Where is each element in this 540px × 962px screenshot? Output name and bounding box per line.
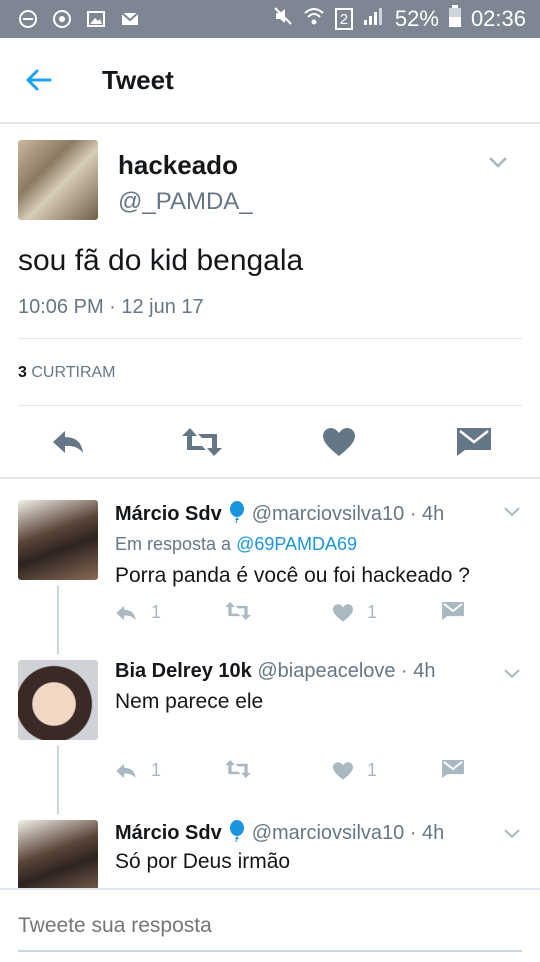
battery-icon bbox=[448, 5, 461, 33]
reply-count: 1 bbox=[151, 602, 162, 622]
sim-indicator: 2 bbox=[334, 8, 353, 30]
reply-header: Bia Delrey 10k @biapeacelove · 4h bbox=[115, 660, 436, 683]
wifi-icon bbox=[303, 6, 325, 32]
chevron-down-icon bbox=[504, 669, 520, 679]
reply-icon bbox=[116, 605, 136, 620]
divider bbox=[18, 338, 522, 339]
likes-label: CURTIRAM bbox=[31, 364, 116, 381]
gallery-icon bbox=[86, 9, 106, 29]
direct-message-button[interactable] bbox=[442, 602, 464, 620]
reply-actions: 1 1 bbox=[115, 760, 475, 790]
reply-text: Só por Deus irmão bbox=[115, 850, 291, 873]
retweet-button[interactable] bbox=[225, 602, 251, 620]
sync-icon bbox=[52, 9, 72, 29]
clock: 02:36 bbox=[470, 6, 526, 31]
tweet-menu-button[interactable] bbox=[486, 150, 510, 174]
author-name[interactable]: hackeado bbox=[118, 150, 238, 181]
reply-icon bbox=[53, 431, 83, 453]
avatar[interactable] bbox=[18, 820, 98, 888]
reply-author-handle[interactable]: @biapeacelove · 4h bbox=[257, 660, 435, 682]
reply-header: Márcio Sdv @marciovsilva10 · 4h bbox=[115, 820, 444, 845]
reply-header: Márcio Sdv @marciovsilva10 · 4h bbox=[115, 501, 444, 526]
reply-author-handle[interactable]: @marciovsilva10 · 4h bbox=[252, 822, 445, 844]
reply-tweet[interactable]: Márcio Sdv @marciovsilva10 · 4h Em respos… bbox=[0, 480, 540, 650]
balloon-icon bbox=[229, 501, 244, 523]
heart-icon bbox=[323, 428, 355, 456]
input-underline bbox=[18, 950, 522, 952]
divider bbox=[0, 477, 540, 479]
reply-menu-button[interactable] bbox=[502, 664, 522, 684]
mail-icon bbox=[120, 9, 140, 29]
tweet-text: sou fã do kid bengala bbox=[18, 244, 304, 277]
reply-button[interactable]: 1 bbox=[115, 602, 161, 623]
reply-author-name[interactable]: Bia Delrey 10k bbox=[115, 660, 252, 682]
reply-menu-button[interactable] bbox=[502, 824, 522, 844]
chevron-down-icon bbox=[504, 507, 520, 517]
chevron-down-icon bbox=[504, 829, 520, 839]
avatar[interactable] bbox=[18, 140, 98, 220]
signal-icon bbox=[363, 6, 385, 32]
reply-tweet[interactable]: Bia Delrey 10k @biapeacelove · 4h Nem pa… bbox=[0, 640, 540, 810]
app-bar: Tweet bbox=[0, 38, 540, 124]
status-bar: 2 52% 02:36 bbox=[0, 0, 540, 38]
reply-input[interactable] bbox=[18, 914, 522, 938]
chevron-down-icon bbox=[489, 157, 507, 168]
retweet-icon bbox=[225, 760, 251, 778]
reply-actions: 1 1 bbox=[115, 602, 475, 632]
reply-button[interactable] bbox=[48, 424, 88, 460]
main-tweet: hackeado @_PAMDA_ sou fã do kid bengala … bbox=[0, 124, 540, 456]
envelope-icon bbox=[442, 760, 464, 778]
reply-tweet[interactable]: Márcio Sdv @marciovsilva10 · 4h Só por De… bbox=[0, 800, 540, 888]
battery-percent: 52% bbox=[394, 6, 439, 31]
reply-button[interactable]: 1 bbox=[115, 760, 161, 781]
balloon-icon bbox=[229, 820, 244, 842]
in-reply-prefix: Em resposta a bbox=[115, 534, 232, 554]
reply-menu-button[interactable] bbox=[502, 502, 522, 522]
heart-icon bbox=[333, 761, 353, 780]
retweet-button[interactable] bbox=[225, 760, 251, 778]
do-not-disturb-icon bbox=[18, 9, 38, 29]
retweet-icon bbox=[225, 602, 251, 620]
avatar[interactable] bbox=[18, 500, 98, 580]
author-handle[interactable]: @_PAMDA_ bbox=[118, 188, 253, 216]
retweet-icon bbox=[182, 428, 222, 456]
mention-link[interactable]: @69PAMDA69 bbox=[236, 534, 357, 554]
like-count: 1 bbox=[367, 602, 378, 622]
reply-composer bbox=[0, 888, 540, 962]
tweet-actions bbox=[0, 406, 540, 478]
direct-message-button[interactable] bbox=[442, 760, 464, 778]
tweet-author: hackeado @_PAMDA_ bbox=[0, 124, 540, 224]
heart-icon bbox=[333, 603, 353, 622]
like-button[interactable] bbox=[319, 424, 359, 460]
like-button[interactable]: 1 bbox=[333, 602, 377, 623]
reply-author-name[interactable]: Márcio Sdv bbox=[115, 822, 222, 844]
envelope-icon bbox=[457, 428, 491, 456]
reply-text: Nem parece ele bbox=[115, 690, 264, 713]
page-title: Tweet bbox=[102, 64, 174, 95]
reply-text: Porra panda é você ou foi hackeado ? bbox=[115, 564, 470, 587]
like-button[interactable]: 1 bbox=[333, 760, 377, 781]
retweet-button[interactable] bbox=[182, 424, 222, 460]
back-arrow-icon bbox=[26, 69, 52, 91]
in-reply-to: Em resposta a @69PAMDA69 bbox=[115, 534, 357, 555]
back-button[interactable] bbox=[18, 60, 58, 100]
reply-count: 1 bbox=[151, 760, 162, 780]
reply-icon bbox=[116, 763, 136, 778]
likes-number: 3 bbox=[18, 364, 27, 381]
mute-icon bbox=[273, 6, 293, 32]
reply-author-handle[interactable]: @marciovsilva10 · 4h bbox=[252, 503, 445, 525]
direct-message-button[interactable] bbox=[454, 424, 494, 460]
envelope-icon bbox=[442, 602, 464, 620]
reply-author-name[interactable]: Márcio Sdv bbox=[115, 503, 222, 525]
tweet-timestamp[interactable]: 10:06 PM · 12 jun 17 bbox=[18, 296, 204, 319]
likes-count[interactable]: 3 CURTIRAM bbox=[18, 364, 116, 382]
avatar[interactable] bbox=[18, 660, 98, 740]
like-count: 1 bbox=[367, 760, 378, 780]
